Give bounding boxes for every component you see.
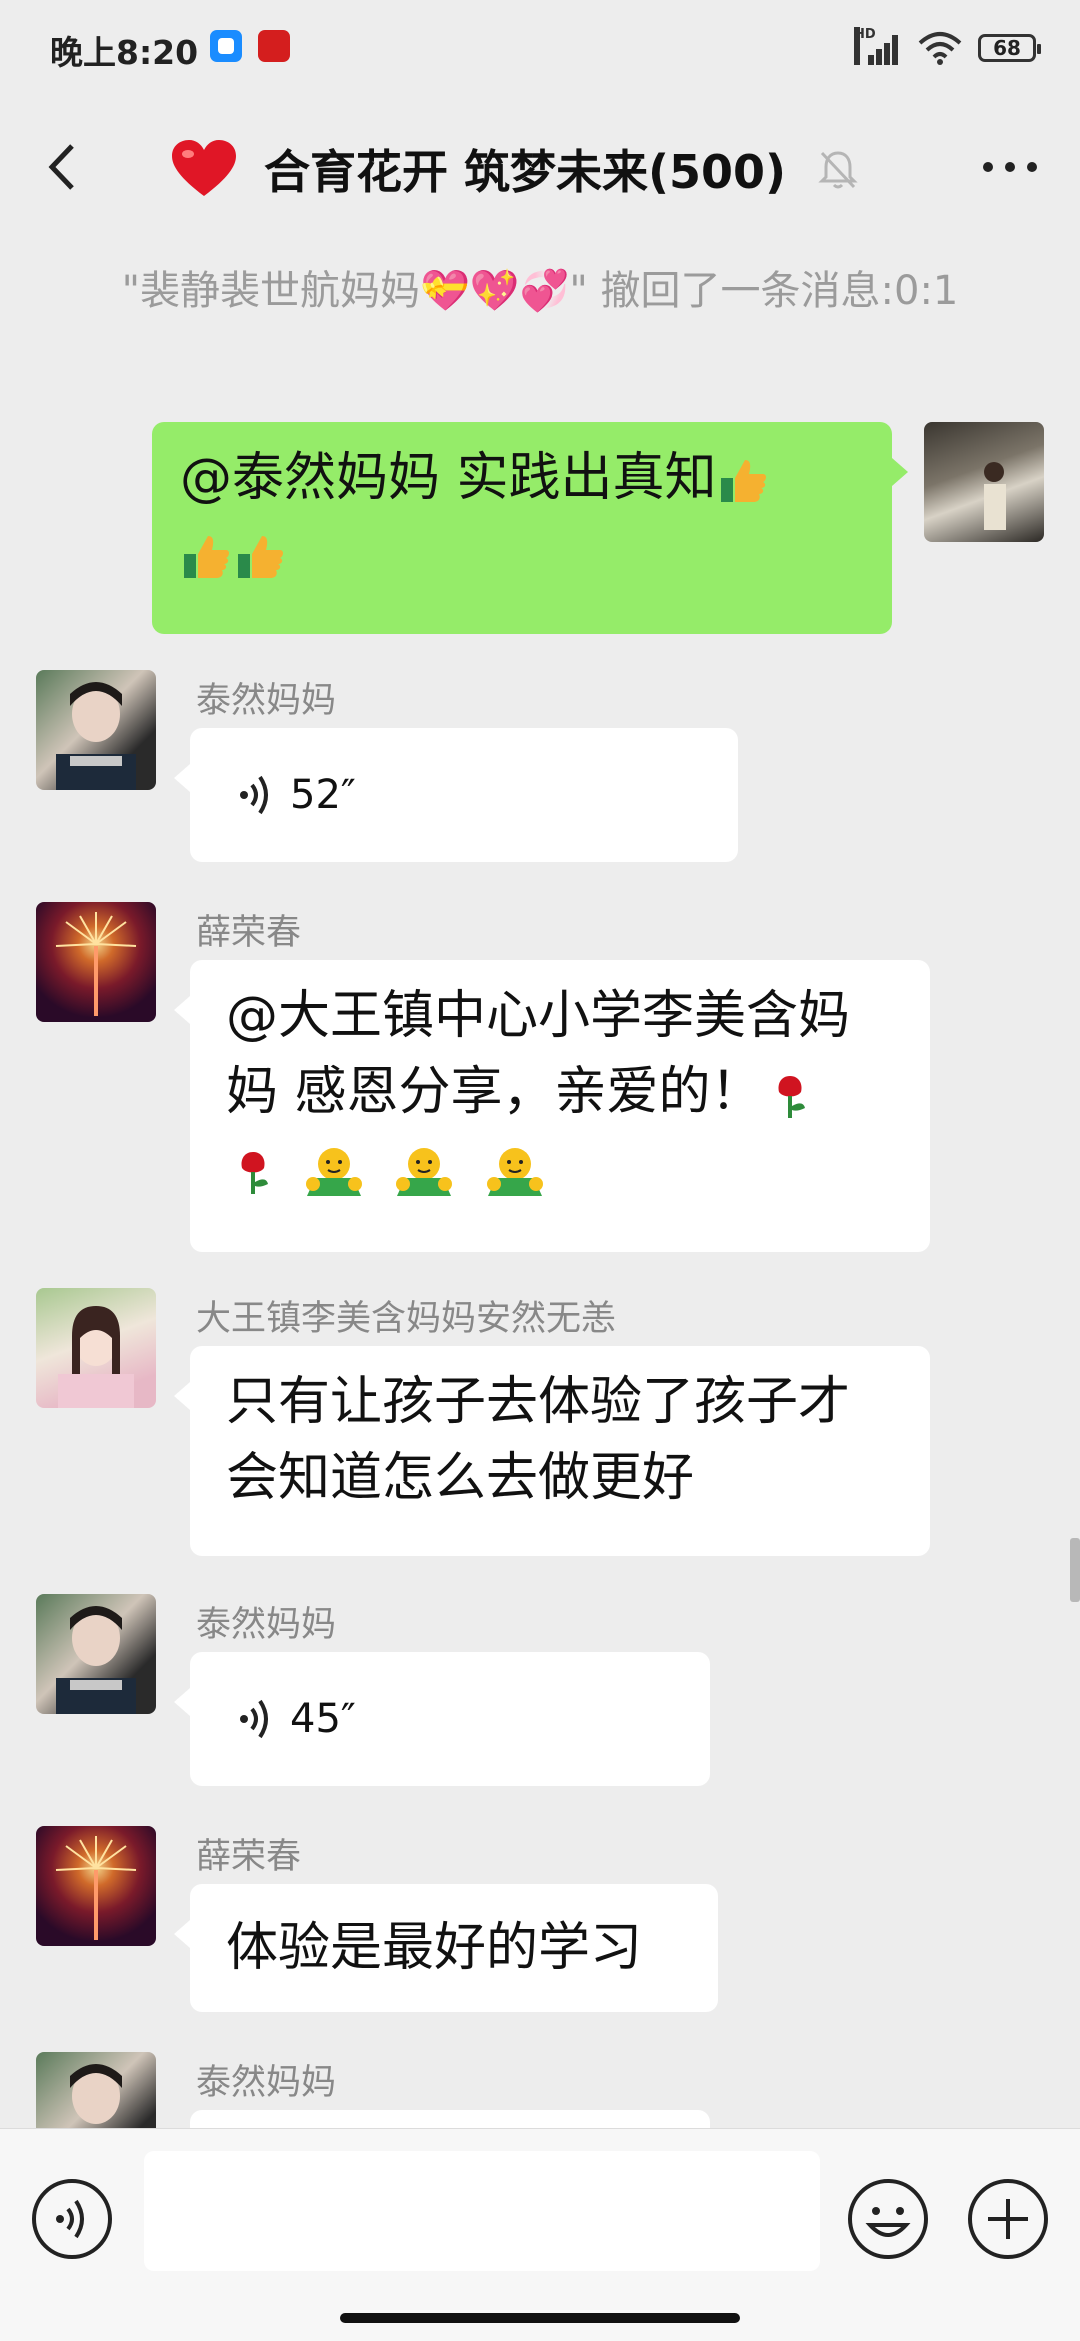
voice-duration: 45″ [290, 1696, 356, 1742]
voice-message-bubble[interactable]: 45″ [174, 1652, 710, 1786]
sender-name: 大王镇李美含妈妈安然无恙 [196, 1299, 617, 1339]
plus-more-icon[interactable] [966, 2177, 1050, 2261]
message-list[interactable]: "裴静裴世航妈妈💝💖💞" 撤回了一条消息:0:1 @泰然妈妈 实践出真知 泰然妈… [0, 242, 1080, 2128]
mute-bell-icon [818, 151, 858, 189]
sender-avatar[interactable] [36, 902, 156, 1022]
sender-avatar[interactable] [36, 1826, 156, 1946]
voice-message-bubble[interactable]: 52″ [174, 728, 738, 862]
status-bar: 晚上8:20 HD 68 [0, 0, 1080, 96]
message-text: 实践出真知 [456, 448, 717, 508]
sender-name: 泰然妈妈 [196, 2063, 337, 2103]
message-text: @大王镇中心小学李美含妈 [226, 986, 851, 1046]
text-message-bubble[interactable]: @大王镇中心小学李美含妈 妈 感恩分享，亲爱的！ [174, 960, 930, 1252]
home-indicator[interactable] [340, 2313, 740, 2323]
message-text: 妈 感恩分享，亲爱的！ [226, 1062, 763, 1122]
hugging-face-emoji-icon [305, 1148, 362, 1196]
sender-name: 薛荣春 [196, 913, 302, 953]
sender-name: 薛荣春 [196, 1837, 302, 1877]
back-arrow-icon[interactable] [40, 142, 90, 192]
message-input[interactable] [144, 2151, 820, 2271]
chat-title: 合育花开 筑梦未来(500) [264, 145, 787, 199]
sender-name: 泰然妈妈 [196, 1605, 337, 1645]
notification-app-icon [210, 30, 242, 62]
chat-header: 合育花开 筑梦未来(500) [0, 96, 1080, 242]
signal-icon: HD [854, 27, 902, 65]
hugging-face-emoji-icon [486, 1148, 543, 1196]
thumbs-up-emoji-icon [720, 460, 766, 502]
sender-avatar[interactable] [36, 2052, 156, 2128]
rose-emoji-icon [241, 1152, 268, 1194]
self-avatar[interactable] [924, 422, 1044, 542]
sender-name: 泰然妈妈 [196, 681, 337, 721]
battery-icon: 68 [978, 34, 1041, 62]
text-message-bubble[interactable]: 体验是最好的学习 [174, 1884, 718, 2012]
voice-waves-icon [240, 775, 268, 815]
text-message-bubble[interactable]: 只有让孩子去体验了孩子才 会知道怎么去做更好 [174, 1346, 930, 1556]
voice-duration: 52″ [290, 772, 356, 818]
more-options-icon[interactable] [980, 152, 1040, 182]
voice-input-toggle-icon[interactable] [30, 2177, 114, 2261]
mention-text[interactable]: @泰然妈妈 [180, 448, 440, 508]
status-time: 晚上8:20 [50, 33, 199, 72]
thumbs-up-emoji-icon [238, 536, 283, 578]
notification-app-icon-2 [258, 30, 290, 62]
message-text: 体验是最好的学习 [226, 1918, 643, 1978]
emoji-picker-icon[interactable] [846, 2177, 930, 2261]
input-bar [0, 2128, 1080, 2341]
heart-icon [172, 140, 236, 196]
voice-waves-icon [240, 1699, 268, 1739]
wifi-icon [918, 32, 962, 65]
text-message-bubble[interactable] [190, 2110, 710, 2128]
sender-avatar[interactable] [36, 1594, 156, 1714]
recall-notice: "裴静裴世航妈妈💝💖💞" 撤回了一条消息:0:1 [121, 268, 959, 314]
sender-avatar[interactable] [36, 670, 156, 790]
sender-avatar[interactable] [36, 1288, 156, 1408]
message-text: 会知道怎么去做更好 [226, 1448, 695, 1508]
thumbs-up-emoji-icon [184, 536, 229, 578]
self-message-bubble[interactable]: @泰然妈妈 实践出真知 [152, 422, 908, 634]
message-text: 只有让孩子去体验了孩子才 [226, 1372, 851, 1432]
scrollbar-thumb[interactable] [1070, 1538, 1080, 1602]
hugging-face-emoji-icon [396, 1148, 453, 1196]
rose-emoji-icon [778, 1076, 805, 1118]
